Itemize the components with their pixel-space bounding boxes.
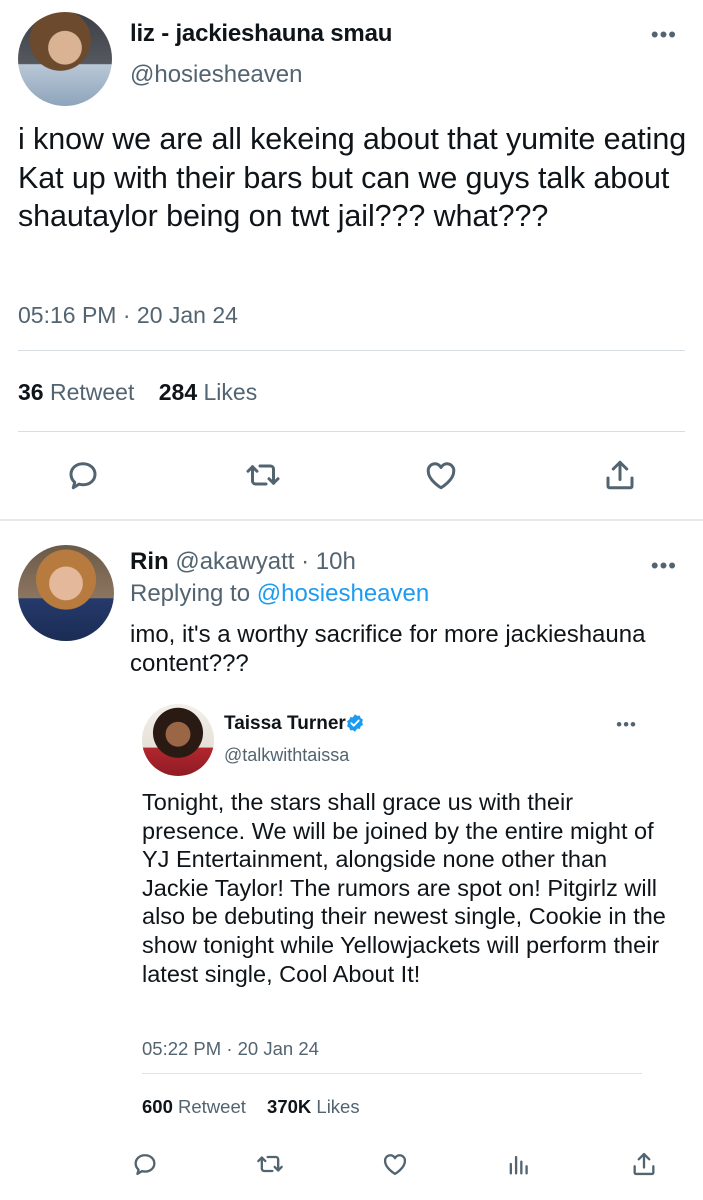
retweet-icon <box>246 464 280 486</box>
quoted-time: 05:22 PM <box>142 1038 222 1059</box>
reply-time[interactable]: · 10h <box>301 548 356 575</box>
views-icon <box>509 1155 528 1175</box>
replying-to: Replying to @hosiesheaven <box>130 580 429 608</box>
divider <box>18 431 685 432</box>
quoted-more-options-icon[interactable]: ••• <box>616 715 637 735</box>
likes-count[interactable]: 284 <box>159 379 197 405</box>
share-button[interactable] <box>602 457 638 493</box>
quoted-timestamp[interactable]: 05:22 PM · 20 Jan 24 <box>142 1038 319 1060</box>
quoted-retweet-label[interactable]: Retweet <box>178 1096 246 1117</box>
reply-display-name[interactable]: Rin <box>130 548 169 575</box>
divider <box>18 350 685 351</box>
like-icon <box>426 462 456 490</box>
reply-avatar[interactable] <box>18 545 114 641</box>
verified-badge-icon <box>345 713 365 733</box>
quoted-text: Tonight, the stars shall grace us with t… <box>142 789 666 987</box>
like-button[interactable] <box>381 1150 409 1178</box>
share-icon <box>606 460 634 490</box>
tweet-date: 20 Jan 24 <box>136 302 238 328</box>
quoted-date: 20 Jan 24 <box>237 1038 319 1059</box>
views-button[interactable] <box>505 1150 533 1178</box>
reply-button[interactable] <box>131 1150 159 1178</box>
likes-label[interactable]: Likes <box>204 379 258 405</box>
replying-to-handle-link[interactable]: @hosiesheaven <box>257 580 429 607</box>
engagement-stats: 36 Retweet 284 Likes <box>18 379 275 406</box>
like-button[interactable] <box>423 457 459 493</box>
retweet-icon <box>257 1155 283 1173</box>
retweet-button[interactable] <box>256 1150 284 1178</box>
divider <box>142 1073 642 1074</box>
author-display-name[interactable]: liz - jackieshauna smau <box>130 20 392 48</box>
quoted-handle[interactable]: @talkwithtaissa <box>224 745 349 766</box>
reply-button[interactable] <box>65 457 101 493</box>
tweet-text: i know we are all kekeing about that yum… <box>18 122 687 233</box>
retweet-button[interactable] <box>245 457 281 493</box>
more-options-icon[interactable]: ••• <box>651 22 677 48</box>
meta-separator: · <box>221 1038 238 1059</box>
quoted-likes-label[interactable]: Likes <box>316 1096 359 1117</box>
reply-header: Rin @akawyatt · 10h <box>130 548 356 576</box>
share-icon <box>633 1152 655 1176</box>
quoted-display-name[interactable]: Taissa Turner <box>224 713 346 735</box>
replying-to-label: Replying to <box>130 580 251 607</box>
quoted-likes-count[interactable]: 370K <box>267 1096 311 1117</box>
tweet-timestamp[interactable]: 05:16 PM · 20 Jan 24 <box>18 302 238 329</box>
retweet-count[interactable]: 36 <box>18 379 44 405</box>
author-handle[interactable]: @hosiesheaven <box>130 61 302 89</box>
avatar[interactable] <box>18 12 112 106</box>
reply-more-options-icon[interactable]: ••• <box>651 553 677 579</box>
reply-icon <box>69 462 97 490</box>
quoted-engagement-stats: 600 Retweet 370K Likes <box>142 1096 376 1118</box>
reply-text: imo, it's a worthy sacrifice for more ja… <box>130 621 646 677</box>
section-separator <box>0 519 703 521</box>
quoted-avatar[interactable] <box>142 704 214 776</box>
quoted-retweet-count[interactable]: 600 <box>142 1096 173 1117</box>
tweet-time: 05:16 PM <box>18 302 117 328</box>
reply-icon <box>134 1154 156 1176</box>
meta-separator: · <box>116 302 137 328</box>
retweet-label[interactable]: Retweet <box>50 379 134 405</box>
share-button[interactable] <box>630 1150 658 1178</box>
reply-handle[interactable]: @akawyatt <box>175 548 294 575</box>
like-icon <box>383 1154 407 1176</box>
